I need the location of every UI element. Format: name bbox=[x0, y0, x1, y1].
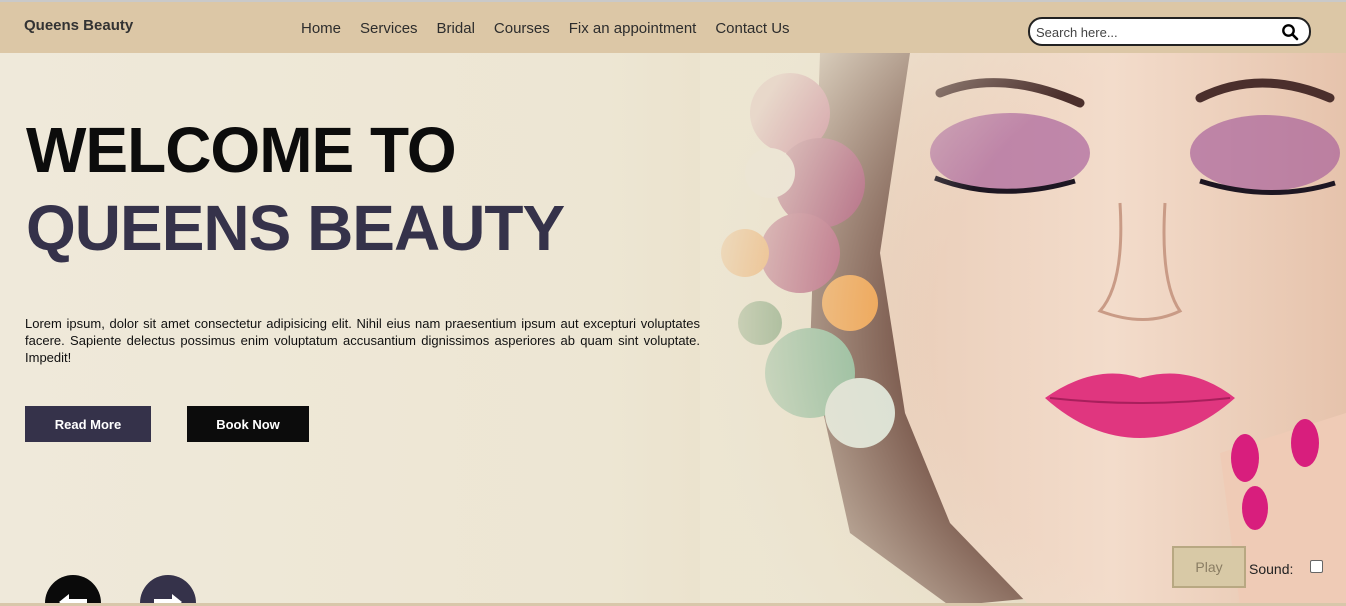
hero-title-line2: QUEENS BEAUTY bbox=[26, 192, 565, 264]
main-nav: Home Services Bridal Courses Fix an appo… bbox=[301, 20, 790, 37]
sound-checkbox[interactable] bbox=[1310, 560, 1323, 573]
nav-courses[interactable]: Courses bbox=[494, 20, 550, 37]
search-box bbox=[1028, 17, 1311, 46]
arrow-right-icon bbox=[154, 594, 182, 606]
search-icon[interactable] bbox=[1281, 23, 1299, 41]
nav-contact[interactable]: Contact Us bbox=[715, 20, 789, 37]
hero-title-line1: WELCOME TO bbox=[26, 114, 457, 186]
nav-home[interactable]: Home bbox=[301, 20, 341, 37]
hero-section: WELCOME TO QUEENS BEAUTY Lorem ipsum, do… bbox=[0, 53, 1346, 606]
slider-prev-button[interactable] bbox=[45, 575, 101, 606]
play-button[interactable]: Play bbox=[1172, 546, 1246, 588]
arrow-left-icon bbox=[59, 594, 87, 606]
search-input[interactable] bbox=[1036, 23, 1276, 41]
nav-bridal[interactable]: Bridal bbox=[437, 20, 475, 37]
hero-description: Lorem ipsum, dolor sit amet consectetur … bbox=[25, 316, 700, 365]
hero-portrait-image bbox=[700, 53, 1346, 606]
book-now-button[interactable]: Book Now bbox=[187, 406, 309, 442]
top-navbar: Queens Beauty Home Services Bridal Cours… bbox=[0, 0, 1346, 53]
nav-services[interactable]: Services bbox=[360, 20, 418, 37]
nav-appointment[interactable]: Fix an appointment bbox=[569, 20, 697, 37]
read-more-button[interactable]: Read More bbox=[25, 406, 151, 442]
sound-label: Sound: bbox=[1249, 561, 1294, 577]
brand-logo[interactable]: Queens Beauty bbox=[24, 17, 133, 34]
slider-next-button[interactable] bbox=[140, 575, 196, 606]
